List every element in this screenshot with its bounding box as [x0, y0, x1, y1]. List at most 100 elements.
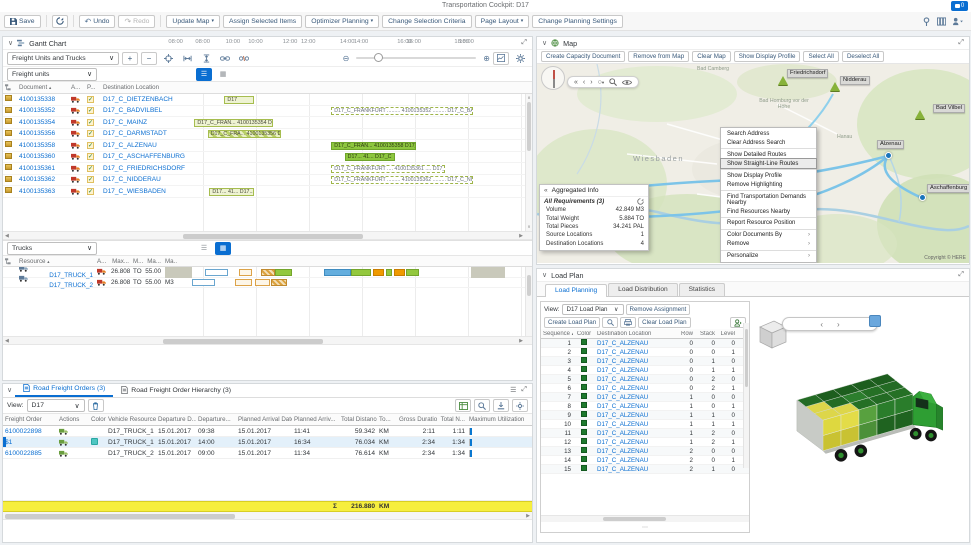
rfo-column[interactable]: Color: [89, 416, 106, 423]
column-ma[interactable]: Ma...: [143, 258, 163, 265]
collapse-icon[interactable]: ∨: [542, 39, 547, 47]
freight-order-link[interactable]: 6100022885: [5, 450, 42, 457]
column-document[interactable]: Document ▴: [17, 84, 69, 91]
document-link[interactable]: 4100135362: [19, 176, 55, 183]
gantt-row[interactable]: 4100135354 ✓ D17_C_MAINZ D17_C_FRAN... 4…: [3, 117, 532, 129]
prev-truck-icon[interactable]: ‹: [820, 320, 823, 329]
search-icon[interactable]: [474, 399, 490, 412]
truck-bar[interactable]: [235, 279, 251, 286]
pan-left-icon[interactable]: ‹: [583, 79, 585, 86]
column-sequence[interactable]: Sequence ▴: [541, 331, 573, 337]
load-plan-row[interactable]: 7 D17_C_ALZENAU 1 0 0: [541, 393, 749, 402]
context-menu-item[interactable]: Personalize ›: [721, 250, 816, 261]
destination-link[interactable]: D17_C_DARMSTADT: [103, 130, 167, 137]
refresh-icon[interactable]: [637, 198, 644, 205]
map-toolbar-button[interactable]: Create Capacity Document: [541, 51, 625, 62]
map-canvas[interactable]: « ‹ › ○▾ Friedrichsdorf Nidderau Bad Vil…: [537, 64, 969, 263]
pan-right-icon[interactable]: ›: [590, 79, 592, 86]
export-icon[interactable]: [493, 399, 509, 412]
gantt-bar[interactable]: D17... 41... D17...: [209, 188, 254, 196]
destination-link[interactable]: D17_C_WIESBADEN: [103, 188, 166, 195]
truck-action-icon[interactable]: [69, 119, 85, 126]
pan-home-icon[interactable]: «: [574, 79, 578, 86]
map-toolbar-button[interactable]: Remove from Map: [628, 51, 689, 62]
clear-load-plan-button[interactable]: Clear Load Plan: [638, 317, 690, 328]
truck-action-icon[interactable]: [95, 279, 109, 286]
destination-link[interactable]: D17_C_DIETZENBACH: [103, 96, 173, 103]
rfo-column[interactable]: Freight Order: [3, 416, 57, 423]
truck-bar[interactable]: [324, 269, 351, 276]
destination-link[interactable]: D17_C_ALZENAU: [597, 394, 648, 401]
freight-units-select[interactable]: Freight units ∨: [7, 68, 97, 81]
gantt-bar[interactable]: D17: [224, 96, 254, 104]
truck-bar[interactable]: [205, 269, 229, 276]
truck-action-icon[interactable]: [57, 450, 89, 457]
unlink-icon[interactable]: [236, 52, 252, 65]
truck-bar[interactable]: [255, 279, 269, 286]
location-dot[interactable]: [885, 152, 892, 159]
truck-action-icon[interactable]: [95, 268, 109, 275]
gantt-bar[interactable]: D17_C_FRANKFURT .... 4100135361 .... D17…: [331, 165, 445, 173]
column-color[interactable]: Color: [573, 331, 595, 337]
trucks-select[interactable]: Trucks ∨: [7, 242, 97, 255]
destination-link[interactable]: D17_C_ALZENAU: [597, 358, 648, 365]
gantt-bar[interactable]: D17_C_FRANKFURT ......... 4100135352 ...…: [331, 107, 473, 115]
column-row[interactable]: Row: [677, 331, 695, 337]
column-destination[interactable]: Destination Location: [595, 331, 677, 337]
context-menu-item[interactable]: Color Documents By ›: [721, 229, 816, 240]
gantt-row[interactable]: 4100135356 ✓ D17_C_DARMSTADT D17_C_FRA..…: [3, 129, 532, 141]
tab-road-freight-orders[interactable]: Road Freight Orders (3): [15, 382, 113, 397]
truck-link[interactable]: D17_TRUCK_2: [49, 282, 93, 289]
expand-icon[interactable]: ⤢: [521, 386, 527, 394]
destination-link[interactable]: D17_C_ALZENAU: [597, 376, 648, 383]
truck-bar[interactable]: [406, 269, 419, 276]
destination-link[interactable]: D17_C_ALZENAU: [597, 421, 648, 428]
load-plan-row[interactable]: 4 D17_C_ALZENAU 0 1 1: [541, 366, 749, 375]
destination-link[interactable]: D17_C_ASCHAFFENBURG: [103, 153, 185, 160]
shape-select-icon[interactable]: ○▾: [598, 79, 605, 86]
gantt-bar[interactable]: D17... 41... D17_C: [345, 153, 395, 161]
load-plan-vertical-scrollbar[interactable]: [743, 323, 749, 468]
optimizer-planning-button[interactable]: Optimizer Planning ▾: [305, 15, 379, 28]
search-icon[interactable]: [609, 78, 617, 86]
destination-link[interactable]: D17_C_ALZENAU: [597, 439, 648, 446]
gantt-row[interactable]: 4100135360 ✓ D17_C_ASCHAFFENBURG D17... …: [3, 152, 532, 164]
assign-selected-items-button[interactable]: Assign Selected Items: [223, 15, 302, 28]
freight-order-link[interactable]: 6100022898: [5, 428, 42, 435]
truck-action-icon[interactable]: [69, 96, 85, 103]
load-plan-row[interactable]: 11 D17_C_ALZENAU 1 2 0: [541, 429, 749, 438]
load-plan-row[interactable]: 15 D17_C_ALZENAU 2 1 0: [541, 465, 749, 474]
grid-view-button[interactable]: ▦: [215, 68, 231, 81]
column-level[interactable]: Level: [717, 331, 737, 337]
rfo-row[interactable]: $1 D17_TRUCK_1 15.01.2017 14:00 15.01.20…: [3, 437, 532, 448]
gantt-horizontal-scrollbar[interactable]: ◀ ▶: [3, 232, 532, 240]
load-plan-row[interactable]: 1 D17_C_ALZENAU 0 0 0: [541, 339, 749, 348]
context-menu-item[interactable]: Find Resources Nearby: [721, 207, 816, 216]
gantt-bar[interactable]: D17_C_FRAN... 4100135354 D17_C_MAINZ: [194, 119, 272, 127]
expand-icon[interactable]: ⤢: [958, 39, 964, 47]
user-menu-icon[interactable]: [952, 17, 963, 26]
scroll-right-icon[interactable]: ▶: [526, 513, 530, 519]
destination-link[interactable]: D17_C_ALZENAU: [597, 385, 648, 392]
zoom-out-icon[interactable]: ⊖: [343, 54, 350, 63]
destination-link[interactable]: D17_C_MAINZ: [103, 119, 147, 126]
load-plan-row[interactable]: 2 D17_C_ALZENAU 0 0 1: [541, 348, 749, 357]
redo-button[interactable]: ↷ Redo: [118, 15, 155, 28]
gantt-bar[interactable]: D17_C_FRAN... 4100135358 D17_C_ALZE...: [331, 142, 416, 150]
truck-action-icon[interactable]: [57, 439, 89, 446]
load-plan-row[interactable]: 13 D17_C_ALZENAU 2 0 0: [541, 447, 749, 456]
truck-bar[interactable]: [239, 269, 252, 276]
context-menu-item[interactable]: Show Display Profile: [721, 169, 816, 180]
change-selection-criteria-button[interactable]: Change Selection Criteria: [382, 15, 471, 28]
load-plan-row[interactable]: 9 D17_C_ALZENAU 1 1 0: [541, 411, 749, 420]
rfo-column[interactable]: Maximum Utilization: [467, 416, 527, 423]
rfo-column[interactable]: Vehicle Resource: [106, 416, 156, 423]
truck-bar[interactable]: [261, 269, 275, 276]
truck-action-icon[interactable]: [69, 176, 85, 183]
rfo-horizontal-scrollbar[interactable]: ▶: [3, 512, 532, 520]
rfo-row[interactable]: 6100022898 D17_TRUCK_1 15.01.2017 09:38 …: [3, 426, 532, 437]
destination-link[interactable]: D17_C_NIDDERAU: [103, 176, 161, 183]
remove-assignment-button[interactable]: Remove Assignment: [626, 304, 691, 315]
scroll-left-icon[interactable]: ◀: [5, 338, 9, 344]
gantt-row[interactable]: 4100135363 ✓ D17_C_WIESBADEN D17... 41..…: [3, 186, 532, 198]
